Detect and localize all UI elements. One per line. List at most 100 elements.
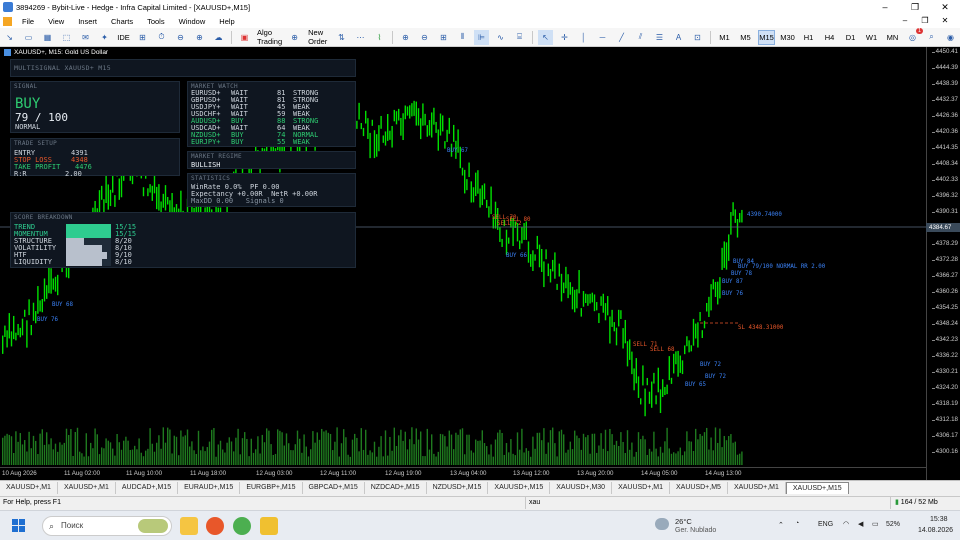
zoom-in-icon[interactable]: ⊕ xyxy=(398,30,413,45)
data-window-icon[interactable]: ⬚ xyxy=(59,30,74,45)
profiles-icon[interactable]: ▭ xyxy=(21,30,36,45)
tf-m30[interactable]: M30 xyxy=(779,30,796,45)
fibonacci-icon[interactable]: ☰ xyxy=(652,30,667,45)
menu-tools[interactable]: Tools xyxy=(140,17,172,26)
crosshair-icon[interactable]: ✛ xyxy=(557,30,572,45)
chart-tab[interactable]: GBPCAD+,M15 xyxy=(303,481,365,494)
clock-date[interactable]: 14.08.2026 xyxy=(918,527,953,534)
chart-tab[interactable]: XAUUSD+,M1 xyxy=(728,481,786,494)
vertical-line-icon[interactable]: │ xyxy=(576,30,591,45)
toolbar-separator xyxy=(231,30,232,44)
chart-tab[interactable]: EURAUD+,M15 xyxy=(178,481,241,494)
tf-h4[interactable]: H4 xyxy=(821,30,838,45)
tf-m1[interactable]: M1 xyxy=(716,30,733,45)
price-tick-label: 4336.22 xyxy=(931,352,958,359)
tester-icon[interactable]: ⊞ xyxy=(135,30,150,45)
close-button[interactable]: ✕ xyxy=(930,0,960,14)
chart-close-button[interactable]: ✕ xyxy=(936,14,954,28)
shapes-icon[interactable]: ⊡ xyxy=(690,30,705,45)
menu-help[interactable]: Help xyxy=(212,17,241,26)
metatrader-icon[interactable] xyxy=(260,517,278,535)
menu-charts[interactable]: Charts xyxy=(104,17,140,26)
chart-tab[interactable]: XAUUSD+,M15 xyxy=(785,481,849,494)
bar-chart-icon[interactable]: ⦀ xyxy=(455,30,470,45)
channel-icon[interactable]: ⫽ xyxy=(633,30,648,45)
wifi-icon[interactable]: ◠ xyxy=(843,520,849,528)
language-indicator[interactable]: ENG xyxy=(818,521,833,528)
chart-tab[interactable]: NZDUSD+,M15 xyxy=(427,481,489,494)
chart-tab[interactable]: XAUUSD+,M15 xyxy=(488,481,551,494)
trade-history-icon[interactable]: ⋯ xyxy=(353,30,368,45)
trendline-icon[interactable]: ╱ xyxy=(614,30,629,45)
market-icon[interactable]: ⊕ xyxy=(192,30,207,45)
minimize-button[interactable]: – xyxy=(870,0,900,14)
search-icon[interactable]: ⌕ xyxy=(924,30,939,45)
market-watch-icon[interactable]: ▦ xyxy=(40,30,55,45)
menu-insert[interactable]: Insert xyxy=(71,17,104,26)
chart-tab[interactable]: XAUUSD+,M5 xyxy=(670,481,728,494)
line-mode-icon[interactable]: ∿ xyxy=(493,30,508,45)
chevron-up-icon[interactable]: ⌃ xyxy=(778,521,784,529)
tf-m15[interactable]: M15 xyxy=(758,29,775,45)
maximize-button[interactable]: ❐ xyxy=(900,0,930,14)
buy-sell-icon[interactable]: ⇅ xyxy=(334,30,349,45)
navigator-icon[interactable]: ✉ xyxy=(78,30,93,45)
chart-restore-button[interactable]: ❐ xyxy=(916,14,934,28)
new-order-icon[interactable]: ⊕ xyxy=(287,30,302,45)
tf-w1[interactable]: W1 xyxy=(863,30,880,45)
algo-trading-icon[interactable]: ▣ xyxy=(237,30,252,45)
menu-window[interactable]: Window xyxy=(172,17,213,26)
chart-minimize-button[interactable]: – xyxy=(896,14,914,28)
chart-tab[interactable]: XAUUSD+,M30 xyxy=(550,481,613,494)
chart-tab[interactable]: AUDCAD+,M15 xyxy=(116,481,179,494)
file-explorer-icon[interactable] xyxy=(180,517,198,535)
horizontal-line-icon[interactable]: ─ xyxy=(595,30,610,45)
history-icon[interactable]: ⏱ xyxy=(154,30,169,45)
signal-direction: BUY xyxy=(15,96,41,112)
window-title: 3894269 - Bybit-Live - Hedge - Infra Cap… xyxy=(16,2,251,12)
tf-m5[interactable]: M5 xyxy=(737,30,754,45)
signal-label: BUY 76 xyxy=(722,291,743,297)
price-chart[interactable]: XAUUSD+, M15: Gold US Dollar MULTISIGNAL… xyxy=(0,47,960,480)
screenshot-icon[interactable]: ⌸ xyxy=(512,30,527,45)
chart-tab[interactable]: EURGBP+,M15 xyxy=(240,481,303,494)
menu-file[interactable]: File xyxy=(15,17,41,26)
account-icon[interactable]: ◉ xyxy=(943,30,958,45)
line-chart-icon[interactable]: ⌇ xyxy=(372,30,387,45)
score-bar-track xyxy=(66,224,111,231)
notifications-icon[interactable]: ◎ 1 xyxy=(905,27,923,45)
time-axis[interactable]: 10 Aug 2026 11 Aug 02:00 11 Aug 10:00 11 Au… xyxy=(0,467,926,480)
search-highlight-icon xyxy=(138,519,168,533)
menu-view[interactable]: View xyxy=(41,17,71,26)
firefox-icon[interactable] xyxy=(206,517,224,535)
zoom-out-icon[interactable]: ⊖ xyxy=(417,30,432,45)
weather-temp[interactable]: 26°C xyxy=(675,517,692,526)
cursor-icon[interactable]: ↖ xyxy=(538,29,553,45)
wizard-icon[interactable]: ✦ xyxy=(97,30,112,45)
text-icon[interactable]: A xyxy=(671,30,686,45)
algo-trading-button[interactable]: Algo Trading xyxy=(256,28,283,46)
chart-tab[interactable]: XAUUSD+,M1 xyxy=(58,481,116,494)
new-order-button[interactable]: New Order xyxy=(306,28,330,46)
clock-time[interactable]: 15:38 xyxy=(930,516,948,523)
chart-tab[interactable]: XAUUSD+,M1 xyxy=(612,481,670,494)
chrome-icon[interactable] xyxy=(233,517,251,535)
chart-tab[interactable]: XAUUSD+,M1 xyxy=(0,481,58,494)
tf-mn[interactable]: MN xyxy=(884,30,901,45)
weather-icon[interactable] xyxy=(655,518,669,530)
price-axis[interactable]: 4450.41 4444.39 4438.39 4432.37 4426.36 4420.… xyxy=(926,47,960,480)
tf-h1[interactable]: H1 xyxy=(800,30,817,45)
vps-icon[interactable]: ☁ xyxy=(211,30,226,45)
windows-start-icon[interactable] xyxy=(12,519,26,533)
chart-tab[interactable]: NZDCAD+,M15 xyxy=(365,481,427,494)
taskbar-search-input[interactable]: ⌕ Поиск xyxy=(42,516,172,536)
candle-chart-icon[interactable]: ⊫ xyxy=(474,29,489,45)
tray-app-icon[interactable]: ◔ xyxy=(795,520,799,527)
signals-icon[interactable]: ⊖ xyxy=(173,30,188,45)
tf-d1[interactable]: D1 xyxy=(842,30,859,45)
battery-icon[interactable]: ▭ xyxy=(872,520,879,528)
ide-button[interactable]: IDE xyxy=(116,30,131,45)
tile-icon[interactable]: ⊞ xyxy=(436,30,451,45)
new-chart-icon[interactable]: ↘ xyxy=(2,30,17,45)
volume-icon[interactable]: ◀ xyxy=(858,520,863,528)
